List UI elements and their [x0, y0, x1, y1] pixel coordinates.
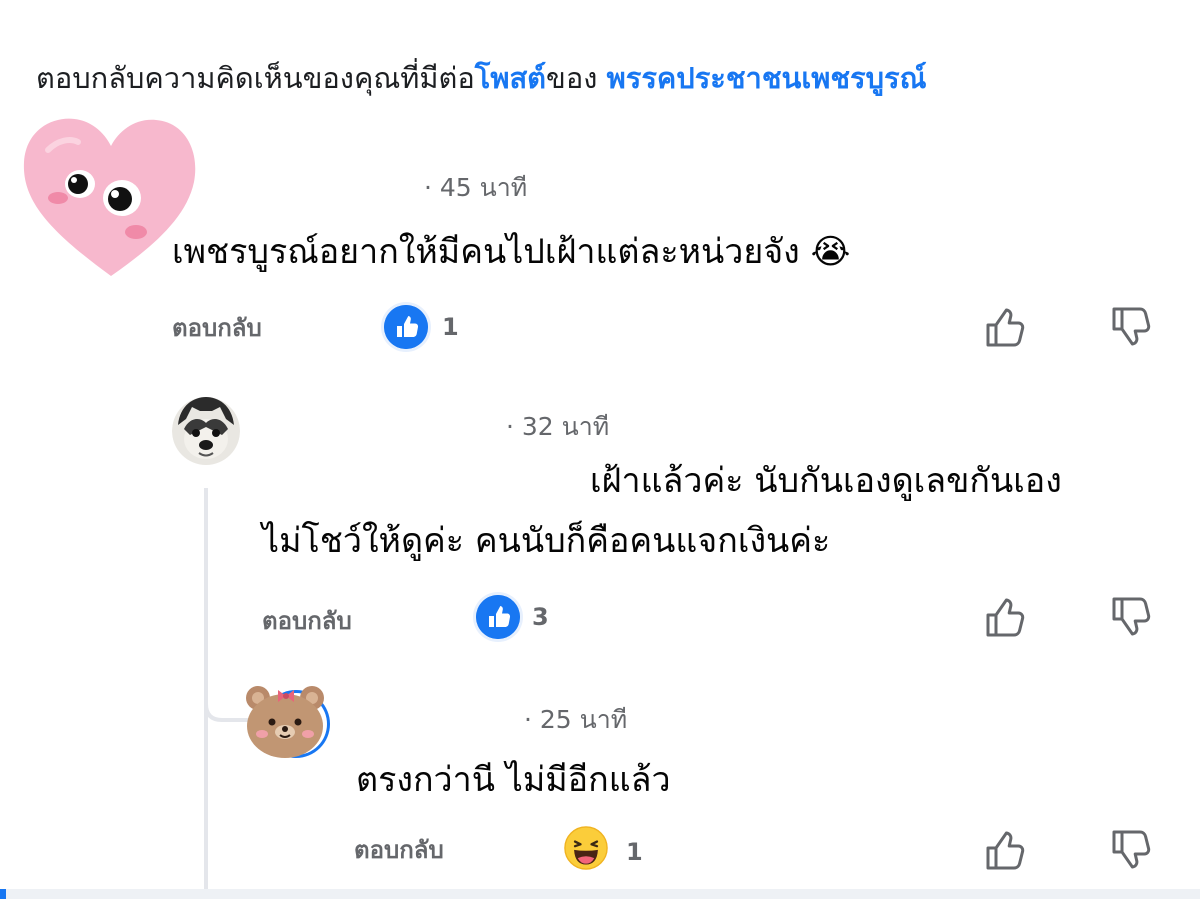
- comment-text-line1: เฝ้าแล้วค่ะ นับกันเองดูเลขกันเอง: [590, 461, 1062, 501]
- reply-button[interactable]: ตอบกลับ: [172, 308, 262, 347]
- comment-text: เพชรบูรณ์อยากให้มีคนไปเฝ้าแต่ละหน่วยจัง …: [172, 228, 850, 276]
- comment-1: · 45 นาที เพชรบูรณ์อยากให้มีคนไปเฝ้าแต่ล…: [0, 110, 1200, 370]
- comment-text-line2: ไม่โชว์ให้ดูค่ะ คนนับก็คือคนแจกเงินค่ะ: [262, 521, 831, 561]
- comment-3: · 25 นาที ตรงกว่านี ไม่มีอีกแล้ว ตอบกลับ…: [0, 680, 1200, 890]
- like-reaction-icon: [384, 305, 428, 349]
- reaction-count: 1: [442, 313, 459, 341]
- notification-header: ตอบกลับความคิดเห็นของคุณที่มีต่อโพสต์ของ…: [36, 56, 1176, 100]
- like-reaction-icon: [476, 595, 520, 639]
- reaction-count: 3: [532, 603, 549, 631]
- reaction-count: 1: [626, 838, 643, 866]
- haha-reaction-icon: [564, 826, 608, 870]
- dog-avatar[interactable]: [172, 395, 240, 467]
- thumbs-up-icon[interactable]: [982, 826, 1030, 874]
- post-link[interactable]: โพสต์: [475, 61, 546, 95]
- reaction-summary[interactable]: 1: [564, 826, 654, 874]
- reaction-summary[interactable]: 1: [384, 305, 474, 349]
- thumbs-down-icon[interactable]: [1108, 593, 1156, 641]
- reply-button[interactable]: ตอบกลับ: [262, 601, 352, 640]
- crying-emoji: 😭: [810, 232, 851, 272]
- bear-avatar[interactable]: [242, 680, 334, 764]
- bottom-edge: [0, 889, 1200, 899]
- thumbs-up-icon[interactable]: [982, 303, 1030, 351]
- bottom-accent: [0, 889, 6, 899]
- comment-text: ตรงกว่านี ไม่มีอีกแล้ว: [356, 760, 671, 800]
- thumbs-down-icon[interactable]: [1108, 303, 1156, 351]
- reply-button[interactable]: ตอบกลับ: [354, 830, 444, 869]
- page-name-link[interactable]: พรรคประชาชนเพชรบูรณ์: [607, 61, 927, 95]
- comment-timestamp[interactable]: · 25 นาที: [524, 700, 627, 740]
- header-of-text: ของ: [546, 61, 598, 95]
- header-prefix: ตอบกลับความคิดเห็นของคุณที่มีต่อ: [36, 61, 475, 95]
- comment-2: · 32 นาที เฝ้าแล้วค่ะ นับกันเองดูเลขกันเ…: [0, 395, 1200, 655]
- thumbs-up-icon[interactable]: [982, 593, 1030, 641]
- comment-timestamp[interactable]: · 32 นาที: [506, 407, 609, 447]
- comment-timestamp[interactable]: · 45 นาที: [424, 168, 527, 208]
- reaction-summary[interactable]: 3: [476, 595, 566, 639]
- comment-text-content: เพชรบูรณ์อยากให้มีคนไปเฝ้าแต่ละหน่วยจัง: [172, 232, 800, 272]
- thumbs-down-icon[interactable]: [1108, 826, 1156, 874]
